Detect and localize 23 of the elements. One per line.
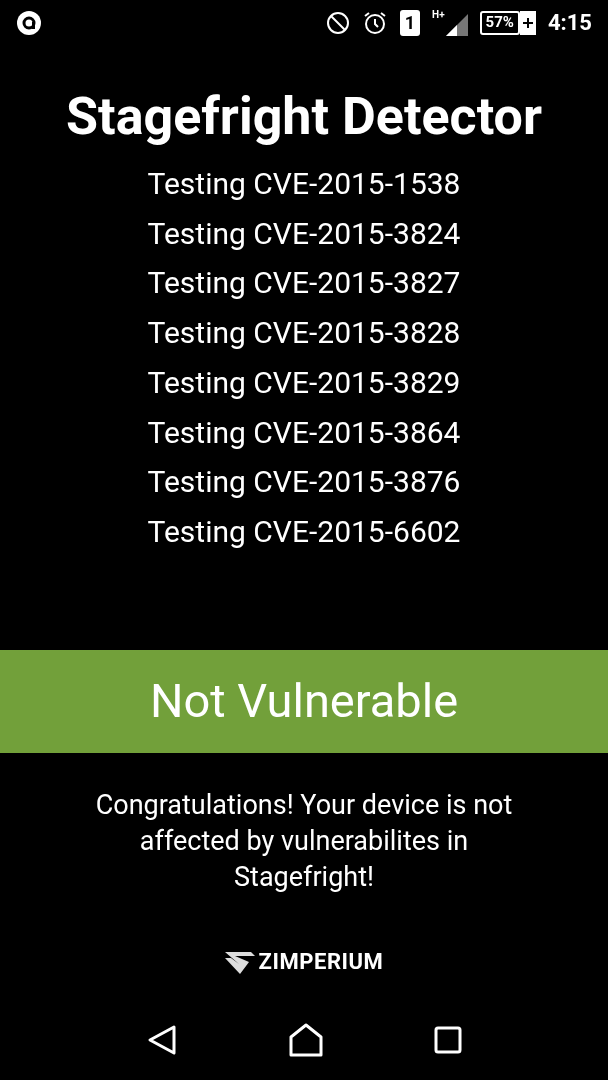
- brand-logo-icon: [224, 949, 255, 974]
- do-not-disturb-icon: [325, 10, 350, 35]
- test-status-text: Testing CVE-2015-3876: [147, 463, 461, 502]
- recent-apps-button[interactable]: [434, 1026, 463, 1054]
- result-message: Congratulations! Your device is not affected by vulnerabilites in Stagefright!: [94, 788, 514, 895]
- test-status-text: Testing CVE-2015-3829: [147, 363, 461, 402]
- home-button[interactable]: [289, 1023, 323, 1057]
- back-button[interactable]: [145, 1024, 178, 1056]
- battery-indicator: 57%: [479, 10, 520, 35]
- charging-plus-icon: [519, 10, 536, 35]
- sim-card-badge: 1: [399, 9, 421, 36]
- test-status-text: Testing CVE-2015-3864: [147, 413, 461, 452]
- clock-time: 4:15: [547, 9, 592, 37]
- test-status-text: Testing CVE-2015-3827: [147, 264, 461, 303]
- network-type-label: H+: [432, 9, 445, 20]
- test-status-text: Testing CVE-2015-6602: [147, 512, 461, 551]
- app-title: Stagefright Detector: [65, 85, 543, 149]
- app-logo-icon: [16, 9, 42, 36]
- test-status-text: Testing CVE-2015-3828: [147, 314, 461, 353]
- result-banner: Not Vulnerable: [0, 650, 608, 753]
- test-status-text: Testing CVE-2015-1538: [147, 165, 461, 203]
- test-status-text: Testing CVE-2015-3824: [147, 214, 461, 253]
- brand-name: ZIMPERIUM: [258, 948, 384, 976]
